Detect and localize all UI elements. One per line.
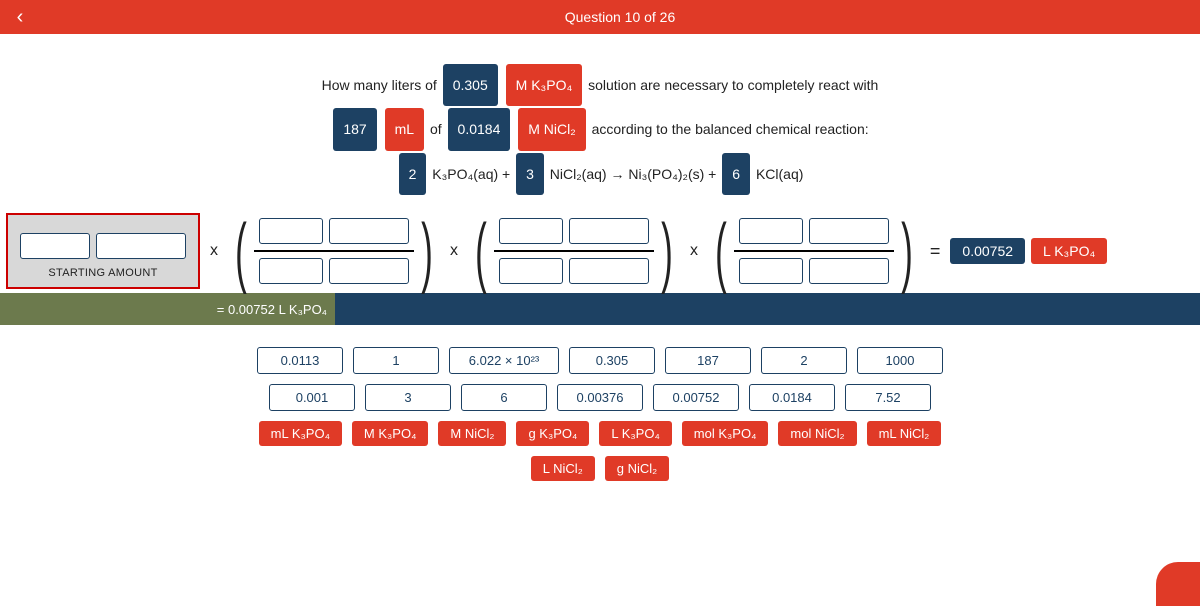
bank-units-row: mL K₃PO₄ M K₃PO₄ M NiCl₂ g K₃PO₄ L K₃PO₄… [259, 421, 942, 446]
answer-unit: L K₃PO₄ [1031, 238, 1107, 264]
bank-number[interactable]: 0.00752 [653, 384, 739, 411]
bank-unit[interactable]: g NiCl₂ [605, 456, 669, 481]
volume-unit: mL [385, 108, 424, 150]
reactant-2: NiCl₂(aq) → Ni₃(PO₄)₂(s) + [550, 166, 720, 182]
answer-value: 0.00752 [950, 238, 1025, 264]
result-strip: = 0.00752 L K₃PO₄ [0, 293, 1200, 325]
factor-slot[interactable] [259, 258, 323, 284]
problem-text: according to the balanced chemical react… [592, 121, 869, 137]
times-operator: x [200, 242, 228, 260]
equals-sign: = [920, 241, 951, 262]
factor-slot[interactable] [259, 218, 323, 244]
problem-text: of [430, 121, 446, 137]
result-text: = 0.00752 L K₃PO₄ [0, 293, 335, 325]
bank-number[interactable]: 6.022 × 10²³ [449, 347, 559, 374]
bank-numbers-row: 0.001 3 6 0.00376 0.00752 0.0184 7.52 [269, 384, 931, 411]
factor-slot[interactable] [739, 218, 803, 244]
volume: 187 [333, 108, 376, 150]
species-1: M K₃PO₄ [506, 64, 583, 106]
bank-units-row: L NiCl₂ g NiCl₂ [531, 456, 669, 481]
bank-number[interactable]: 1000 [857, 347, 943, 374]
bank-unit[interactable]: L NiCl₂ [531, 456, 595, 481]
bank-number[interactable]: 0.00376 [557, 384, 643, 411]
bank-number[interactable]: 0.305 [569, 347, 655, 374]
bank-numbers-row: 0.0113 1 6.022 × 10²³ 0.305 187 2 1000 [257, 347, 943, 374]
bank-unit[interactable]: mL K₃PO₄ [259, 421, 342, 446]
concentration-2: 0.0184 [448, 108, 511, 150]
bank-unit[interactable]: g K₃PO₄ [516, 421, 589, 446]
bank-number[interactable]: 6 [461, 384, 547, 411]
right-paren-icon: ) [421, 220, 433, 282]
conversion-factor-1[interactable]: ( ) [228, 218, 440, 284]
answer-display: 0.00752 L K₃PO₄ [950, 238, 1107, 264]
coef-2: 3 [516, 153, 544, 195]
factor-slot[interactable] [329, 218, 409, 244]
answer-bank: 0.0113 1 6.022 × 10²³ 0.305 187 2 1000 0… [0, 325, 1200, 491]
factor-slot[interactable] [569, 218, 649, 244]
start-unit-slot[interactable] [96, 233, 186, 259]
left-paren-icon: ( [475, 220, 487, 282]
factor-slot[interactable] [499, 258, 563, 284]
factor-slot[interactable] [809, 218, 889, 244]
problem-text: How many liters of [322, 77, 441, 93]
bank-unit[interactable]: M NiCl₂ [438, 421, 506, 446]
reactant-1: K₃PO₄(aq) + [432, 166, 514, 182]
left-paren-icon: ( [235, 220, 247, 282]
factor-slot[interactable] [499, 218, 563, 244]
right-paren-icon: ) [901, 220, 913, 282]
bank-unit[interactable]: M K₃PO₄ [352, 421, 429, 446]
bank-number[interactable]: 2 [761, 347, 847, 374]
header-bar: ‹ Question 10 of 26 [0, 0, 1200, 34]
conversion-factor-3[interactable]: ( ) [708, 218, 920, 284]
bank-number[interactable]: 7.52 [845, 384, 931, 411]
problem-text: solution are necessary to completely rea… [588, 77, 878, 93]
bank-unit[interactable]: mol NiCl₂ [778, 421, 856, 446]
bank-unit[interactable]: mol K₃PO₄ [682, 421, 769, 446]
factor-slot[interactable] [569, 258, 649, 284]
left-paren-icon: ( [715, 220, 727, 282]
species-2: M NiCl₂ [518, 108, 585, 150]
start-value-slot[interactable] [20, 233, 90, 259]
question-title: Question 10 of 26 [40, 9, 1200, 25]
problem-statement: How many liters of 0.305 M K₃PO₄ solutio… [0, 34, 1200, 209]
bank-number[interactable]: 1 [353, 347, 439, 374]
product: KCl(aq) [756, 166, 803, 182]
times-operator: x [680, 242, 708, 260]
conversion-factor-2[interactable]: ( ) [468, 218, 680, 284]
bank-unit[interactable]: mL NiCl₂ [867, 421, 942, 446]
back-button[interactable]: ‹ [0, 0, 40, 34]
bank-number[interactable]: 0.0184 [749, 384, 835, 411]
factor-slot[interactable] [329, 258, 409, 284]
bank-number[interactable]: 0.0113 [257, 347, 343, 374]
bank-number[interactable]: 0.001 [269, 384, 355, 411]
right-paren-icon: ) [661, 220, 673, 282]
starting-amount-box[interactable]: STARTING AMOUNT [6, 213, 200, 289]
bank-number[interactable]: 187 [665, 347, 751, 374]
bank-number[interactable]: 3 [365, 384, 451, 411]
coef-3: 6 [722, 153, 750, 195]
times-operator: x [440, 242, 468, 260]
factor-slot[interactable] [809, 258, 889, 284]
factor-slot[interactable] [739, 258, 803, 284]
result-fill [335, 293, 1200, 325]
help-fab[interactable] [1156, 562, 1200, 606]
bank-unit[interactable]: L K₃PO₄ [599, 421, 671, 446]
starting-amount-label: STARTING AMOUNT [48, 267, 157, 279]
coef-1: 2 [399, 153, 427, 195]
concentration-1: 0.305 [443, 64, 498, 106]
dimensional-analysis-row: STARTING AMOUNT x ( ) x ( [0, 209, 1200, 293]
